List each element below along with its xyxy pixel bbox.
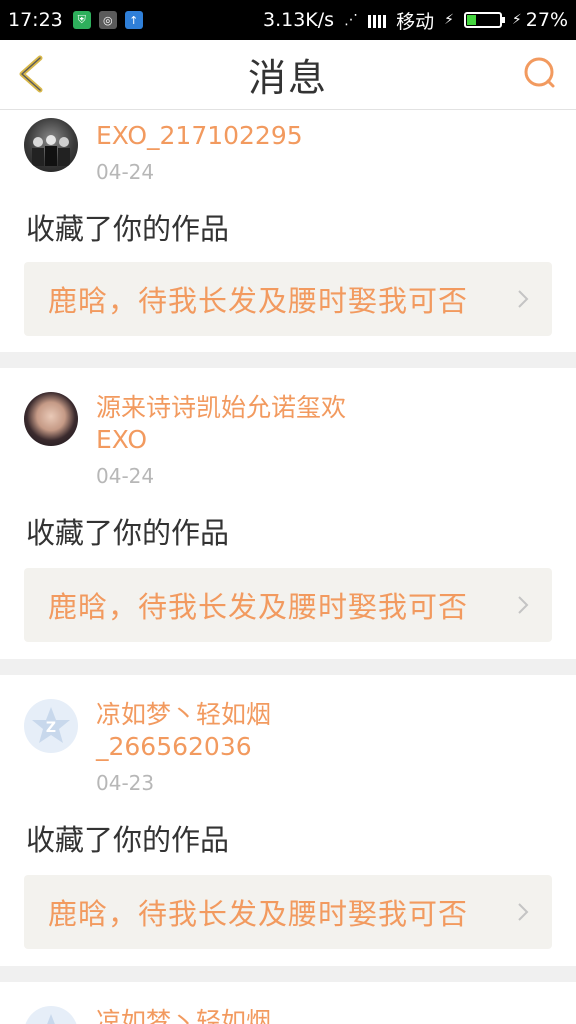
avatar[interactable]: [24, 392, 78, 446]
message-date: 04-23: [96, 771, 155, 795]
message-date: 04-24: [96, 464, 155, 488]
charging-icon: ⚡: [444, 12, 454, 28]
signal-icon: [368, 12, 387, 28]
list-item[interactable]: 凉如梦丶轻如烟: [0, 982, 576, 1024]
app-notification-icon: ◎: [98, 11, 117, 29]
action-text: 收藏了你的作品: [26, 823, 230, 857]
user-name[interactable]: EXO_217102295: [96, 120, 396, 152]
battery-percent: 27%: [525, 9, 568, 31]
svg-text:Z: Z: [46, 720, 56, 736]
list-item[interactable]: 源来诗诗凯始允诺玺欢EXO 04-24 收藏了你的作品 鹿晗，待我长发及腰时娶我…: [0, 368, 576, 659]
list-item[interactable]: EXO_217102295 04-24 收藏了你的作品 鹿晗，待我长发及腰时娶我…: [0, 110, 576, 352]
search-button[interactable]: [520, 54, 560, 94]
message-list: EXO_217102295 04-24 收藏了你的作品 鹿晗，待我长发及腰时娶我…: [0, 110, 576, 1024]
list-item[interactable]: Z 凉如梦丶轻如烟_266562036 04-23 收藏了你的作品 鹿晗，待我长…: [0, 675, 576, 966]
chevron-right-icon: [518, 903, 529, 921]
group-photo-icon: [32, 135, 70, 166]
default-avatar-icon: [47, 1014, 55, 1024]
work-link[interactable]: 鹿晗，待我长发及腰时娶我可否: [24, 568, 552, 642]
wifi-icon: ⋰: [344, 12, 359, 28]
message-date: 04-24: [96, 160, 155, 184]
back-button[interactable]: [12, 52, 56, 96]
work-title: 鹿晗，待我长发及腰时娶我可否: [48, 897, 469, 931]
user-name[interactable]: 凉如梦丶轻如烟: [96, 1006, 396, 1024]
search-icon: [524, 57, 555, 88]
page-title: 消息: [247, 56, 328, 100]
avatar[interactable]: [24, 1006, 78, 1024]
default-avatar-icon: Z: [32, 707, 70, 743]
battery-icon: [463, 12, 505, 28]
divider: [0, 659, 576, 675]
work-title: 鹿晗，待我长发及腰时娶我可否: [48, 284, 469, 318]
avatar[interactable]: [24, 118, 78, 172]
status-bar: 17:23 ⛨ ◎ ↑ 3.13K/s ⋰ 移动 ⚡ ⚡ 27%: [0, 0, 576, 40]
divider: [0, 966, 576, 982]
status-time: 17:23: [8, 9, 63, 31]
chevron-right-icon: [518, 290, 529, 308]
upload-icon: ↑: [124, 11, 143, 29]
user-name[interactable]: 凉如梦丶轻如烟_266562036: [96, 699, 396, 763]
avatar[interactable]: Z: [24, 699, 78, 753]
carrier-label: 移动: [396, 10, 435, 33]
network-speed: 3.13K/s: [262, 9, 335, 31]
action-text: 收藏了你的作品: [26, 212, 230, 246]
chevron-left-icon: [19, 55, 43, 93]
app-header: 消息: [0, 40, 576, 110]
action-text: 收藏了你的作品: [26, 516, 230, 550]
user-name[interactable]: 源来诗诗凯始允诺玺欢EXO: [96, 392, 396, 456]
charging-icon: ⚡: [511, 12, 522, 28]
chevron-right-icon: [518, 596, 529, 614]
shield-icon: ⛨: [72, 11, 91, 29]
work-link[interactable]: 鹿晗，待我长发及腰时娶我可否: [24, 262, 552, 336]
divider: [0, 352, 576, 368]
work-title: 鹿晗，待我长发及腰时娶我可否: [48, 590, 469, 624]
work-link[interactable]: 鹿晗，待我长发及腰时娶我可否: [24, 875, 552, 949]
